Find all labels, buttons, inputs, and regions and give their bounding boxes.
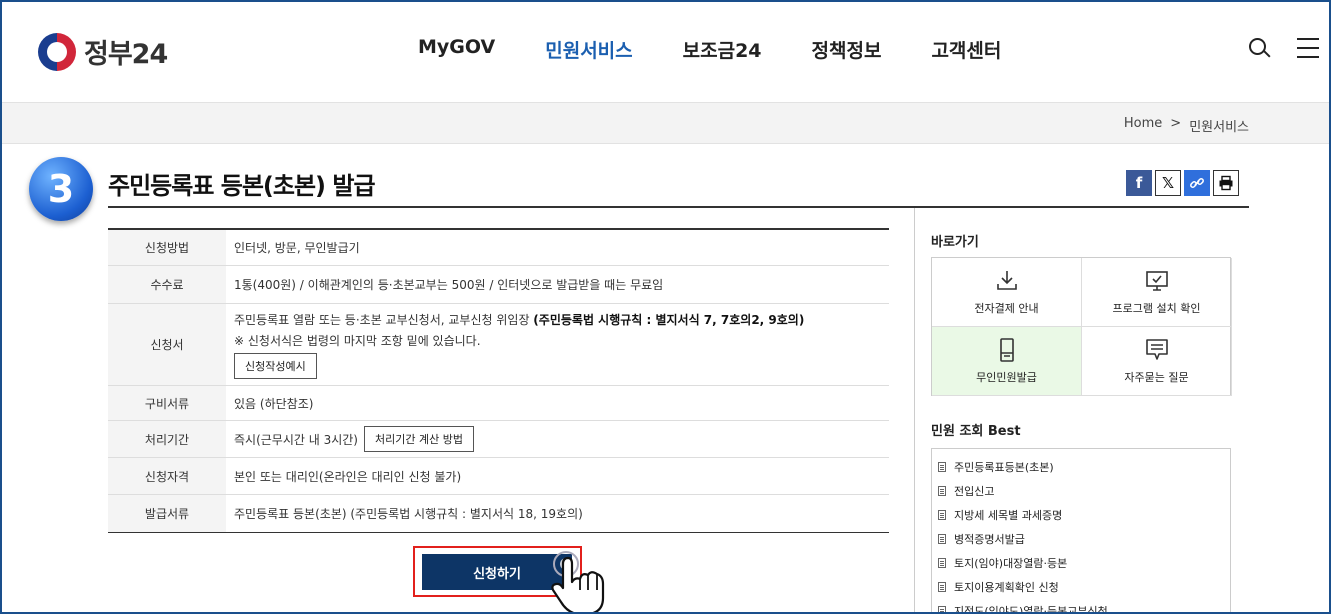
processing-time-calc-button[interactable]: 처리기간 계산 방법	[364, 426, 474, 452]
quick-links-title: 바로가기	[931, 235, 979, 250]
browser-frame: 정부24 MyGOV 민원서비스 보조금24 정책정보 고객센터 Home > …	[0, 0, 1331, 614]
row-label: 신청방법	[108, 230, 226, 265]
breadcrumb: Home > 민원서비스	[1124, 116, 1249, 135]
list-item[interactable]: 병적증명서발급	[938, 527, 1230, 551]
monitor-check-icon	[1145, 271, 1168, 291]
step-badge: 3	[29, 157, 93, 221]
search-icon[interactable]	[1249, 38, 1271, 60]
link-icon[interactable]	[1184, 170, 1210, 196]
row-label: 발급서류	[108, 495, 226, 532]
form-law-reference: (주민등록법 시행규칙 : 별지서식 7, 7호의2, 9호의)	[533, 312, 805, 327]
taegeuk-logo-icon	[38, 32, 76, 71]
logo-text: 정부24	[84, 39, 168, 70]
form-example-button[interactable]: 신청작성예시	[234, 352, 317, 379]
nav-civil-service[interactable]: 민원서비스	[545, 36, 632, 63]
hamburger-menu-icon[interactable]	[1297, 38, 1319, 58]
nav-subsidy24[interactable]: 보조금24	[683, 36, 762, 63]
list-item-label: 토지이용계획확인 신청	[954, 581, 1059, 594]
header-icons	[1249, 38, 1319, 60]
facebook-icon[interactable]: f	[1126, 170, 1152, 196]
row-label: 구비서류	[108, 386, 226, 420]
form-note: ※ 신청서식은 법령의 마지막 조항 밑에 있습니다.	[234, 333, 481, 348]
site-logo[interactable]: 정부24	[38, 32, 168, 71]
quick-link-kiosk[interactable]: 무인민원발급	[932, 327, 1082, 396]
share-toolbar: f 𝕏	[1126, 170, 1239, 196]
list-item-label: 지적도(임야도)열람·등본교부신청	[954, 605, 1108, 614]
document-icon	[938, 582, 946, 592]
breadcrumb-bar: Home > 민원서비스	[2, 102, 1329, 144]
row-value: 본인 또는 대리인(온라인은 대리인 신청 불가)	[234, 469, 462, 484]
pointer-hand-icon	[551, 551, 605, 612]
row-label: 신청자격	[108, 458, 226, 494]
list-item[interactable]: 지방세 세목별 과세증명	[938, 503, 1230, 527]
list-item[interactable]: 전입신고	[938, 479, 1230, 503]
site-header: 정부24 MyGOV 민원서비스 보조금24 정책정보 고객센터	[2, 2, 1329, 102]
row-value: 주민등록표 등본(초본) (주민등록법 시행규칙 : 별지서식 18, 19호의…	[234, 507, 583, 521]
document-icon	[938, 534, 946, 544]
quick-link-label: 자주묻는 질문	[1124, 371, 1189, 384]
quick-link-label: 무인민원발급	[976, 371, 1037, 384]
page-title: 주민등록표 등본(초본) 발급	[108, 172, 376, 200]
quick-link-faq[interactable]: 자주묻는 질문	[1082, 327, 1232, 396]
table-row: 발급서류 주민등록표 등본(초본) (주민등록법 시행규칙 : 별지서식 18,…	[108, 495, 889, 532]
info-table: 신청방법 인터넷, 방문, 무인발급기 수수료 1통(400원) / 이해관계인…	[108, 228, 889, 533]
nav-customer-center[interactable]: 고객센터	[931, 36, 1001, 63]
breadcrumb-home[interactable]: Home	[1124, 116, 1162, 135]
print-icon[interactable]	[1213, 170, 1239, 196]
kiosk-icon	[999, 338, 1014, 362]
list-item-label: 주민등록표등본(초본)	[954, 461, 1054, 474]
title-divider	[108, 206, 1249, 208]
processing-time-text: 즉시(근무시간 내 3시간)	[234, 432, 358, 447]
list-item[interactable]: 토지(임야)대장열람·등본	[938, 551, 1230, 575]
best-list-title: 민원 조회 Best	[931, 424, 1021, 439]
row-label: 수수료	[108, 266, 226, 303]
row-value: 1통(400원) / 이해관계인의 등·초본교부는 500원 / 인터넷으로 발…	[234, 278, 664, 292]
quick-link-label: 프로그램 설치 확인	[1112, 302, 1201, 315]
row-label: 처리기간	[108, 421, 226, 457]
list-item[interactable]: 토지이용계획확인 신청	[938, 575, 1230, 599]
list-item[interactable]: 주민등록표등본(초본)	[938, 455, 1230, 479]
list-item-label: 지방세 세목별 과세증명	[954, 509, 1063, 522]
quick-links-grid: 전자결제 안내 프로그램 설치 확인 무인민원발급 자주묻는 질문	[931, 257, 1232, 396]
document-icon	[938, 462, 946, 472]
document-icon	[938, 558, 946, 568]
row-value: 주민등록표 열람 또는 등·초본 교부신청서, 교부신청 위임장 (주민등록법 …	[226, 304, 889, 385]
document-icon	[938, 510, 946, 520]
document-icon	[938, 606, 946, 612]
list-item-label: 병적증명서발급	[954, 533, 1025, 546]
form-description: 주민등록표 열람 또는 등·초본 교부신청서, 교부신청 위임장 (주민등록법 …	[234, 311, 804, 328]
list-item-label: 전입신고	[954, 485, 995, 498]
main-nav: MyGOV 민원서비스 보조금24 정책정보 고객센터	[418, 36, 1051, 63]
row-value: 인터넷, 방문, 무인발급기	[234, 241, 360, 255]
table-row: 신청서 주민등록표 열람 또는 등·초본 교부신청서, 교부신청 위임장 (주민…	[108, 304, 889, 386]
quick-link-label: 전자결제 안내	[974, 302, 1039, 315]
list-item[interactable]: 지적도(임야도)열람·등본교부신청	[938, 599, 1230, 614]
table-row: 신청방법 인터넷, 방문, 무인발급기	[108, 230, 889, 266]
row-value[interactable]: 있음 (하단참조)	[226, 386, 889, 420]
table-row: 신청자격 본인 또는 대리인(온라인은 대리인 신청 불가)	[108, 458, 889, 495]
document-icon	[938, 486, 946, 496]
table-row: 처리기간 즉시(근무시간 내 3시간) 처리기간 계산 방법	[108, 421, 889, 458]
breadcrumb-separator: >	[1170, 116, 1182, 131]
table-row: 수수료 1통(400원) / 이해관계인의 등·초본교부는 500원 / 인터넷…	[108, 266, 889, 304]
form-description-text: 주민등록표 열람 또는 등·초본 교부신청서, 교부신청 위임장	[234, 312, 534, 327]
quick-link-e-payment[interactable]: 전자결제 안내	[932, 258, 1082, 327]
x-icon[interactable]: 𝕏	[1155, 170, 1181, 196]
table-row: 구비서류 있음 (하단참조)	[108, 386, 889, 421]
nav-policy-info[interactable]: 정책정보	[812, 36, 882, 63]
breadcrumb-current[interactable]: 민원서비스	[1189, 116, 1249, 135]
quick-link-program-check[interactable]: 프로그램 설치 확인	[1082, 258, 1232, 327]
list-item-label: 토지(임야)대장열람·등본	[954, 557, 1068, 570]
row-value: 즉시(근무시간 내 3시간) 처리기간 계산 방법	[226, 421, 889, 457]
chat-icon	[1145, 339, 1168, 360]
best-list: 주민등록표등본(초본) 전입신고 지방세 세목별 과세증명 병적증명서발급 토지…	[931, 448, 1231, 614]
column-divider	[914, 208, 915, 612]
row-label: 신청서	[108, 304, 226, 385]
download-icon	[996, 271, 1017, 290]
nav-mygov[interactable]: MyGOV	[418, 36, 495, 63]
